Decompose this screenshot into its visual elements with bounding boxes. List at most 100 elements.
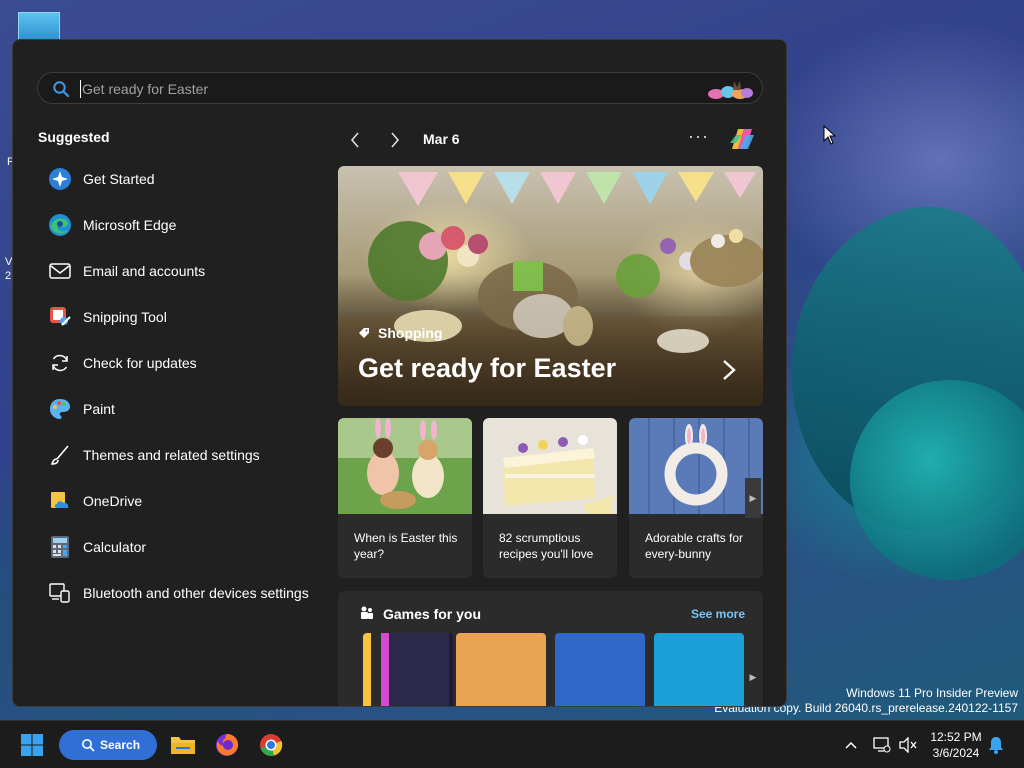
taskbar-clock[interactable]: 12:52 PM 3/6/2024 xyxy=(924,729,988,761)
show-hidden-icons-button[interactable] xyxy=(841,735,861,755)
games-section: Games for you See more ▶ xyxy=(338,591,763,706)
network-status-button[interactable] xyxy=(872,735,892,755)
clock-time: 12:52 PM xyxy=(930,730,982,744)
game-tile[interactable] xyxy=(363,633,453,706)
suggested-app-list: Get Started Microsoft Edge Email and acc… xyxy=(35,156,325,616)
hero-story-card[interactable]: Shopping Get ready for Easter xyxy=(338,166,763,406)
suggested-heading: Suggested xyxy=(38,129,110,145)
hero-category-label: Shopping xyxy=(378,325,443,341)
story-card[interactable]: When is Easter this year? xyxy=(338,418,472,578)
onedrive-icon xyxy=(47,488,73,514)
app-label: Paint xyxy=(83,401,115,417)
tag-icon xyxy=(359,328,369,338)
network-icon xyxy=(873,737,891,753)
games-scroll-right-button[interactable]: ▶ xyxy=(745,657,761,697)
mail-icon xyxy=(47,258,73,284)
feed-navigation: Mar 6 ··· xyxy=(338,126,768,154)
app-label: Email and accounts xyxy=(83,263,206,279)
easter-eggs-icon xyxy=(708,81,753,99)
start-button[interactable] xyxy=(17,730,47,760)
app-label: Microsoft Edge xyxy=(83,217,177,233)
caret-right-icon: ▶ xyxy=(749,492,757,503)
chrome-icon xyxy=(260,734,283,756)
games-heading: Games for you xyxy=(383,606,482,622)
calculator-icon xyxy=(47,534,73,560)
story-card[interactable]: 82 scrumptious recipes you'll love xyxy=(483,418,617,578)
taskbar-firefox[interactable] xyxy=(212,730,242,760)
app-label: Bluetooth and other devices settings xyxy=(83,585,309,601)
desktop-icon-label-fragment: 2 xyxy=(5,270,12,282)
app-label: OneDrive xyxy=(83,493,143,509)
text-caret xyxy=(80,80,81,98)
bunting-decoration xyxy=(398,172,756,206)
mouse-cursor-icon xyxy=(823,125,837,145)
app-item-check-for-updates[interactable]: Check for updates xyxy=(35,340,325,386)
next-day-button[interactable] xyxy=(383,128,407,152)
search-input[interactable] xyxy=(82,77,682,101)
story-card-title: Adorable crafts for every-bunny xyxy=(645,531,744,561)
volume-button[interactable] xyxy=(898,735,918,755)
app-item-onedrive[interactable]: OneDrive xyxy=(35,478,325,524)
brush-icon xyxy=(47,442,73,468)
story-card-title: 82 scrumptious recipes you'll love xyxy=(499,531,594,561)
app-item-get-started[interactable]: Get Started xyxy=(35,156,325,202)
app-item-bluetooth-devices-settings[interactable]: Bluetooth and other devices settings xyxy=(35,570,325,616)
game-tile[interactable] xyxy=(456,633,546,706)
app-label: Themes and related settings xyxy=(83,447,260,463)
cards-scroll-right-button[interactable]: ▶ xyxy=(745,478,761,518)
hero-title: Get ready for Easter xyxy=(358,353,617,383)
snipping-tool-icon xyxy=(47,304,73,330)
chevron-right-icon xyxy=(391,132,400,148)
see-more-link[interactable]: See more xyxy=(691,607,745,621)
story-card[interactable]: Adorable crafts for every-bunny xyxy=(629,418,763,578)
chevron-up-icon xyxy=(845,741,857,749)
more-options-button[interactable]: ··· xyxy=(688,126,709,147)
taskbar-search-label: Search xyxy=(100,738,141,752)
previous-day-button[interactable] xyxy=(343,128,367,152)
get-started-icon xyxy=(47,166,73,192)
taskbar: Search 12:52 PM 3/6/2024 xyxy=(0,720,1024,768)
clock-date: 3/6/2024 xyxy=(932,746,980,760)
app-label: Get Started xyxy=(83,171,155,187)
app-item-themes-settings[interactable]: Themes and related settings xyxy=(35,432,325,478)
app-item-microsoft-edge[interactable]: Microsoft Edge xyxy=(35,202,325,248)
feed-date: Mar 6 xyxy=(423,131,460,147)
app-item-calculator[interactable]: Calculator xyxy=(35,524,325,570)
notifications-button[interactable] xyxy=(986,735,1006,755)
hero-category-tag: Shopping xyxy=(358,325,443,341)
game-tile[interactable] xyxy=(654,633,744,706)
edge-icon xyxy=(47,212,73,238)
desktop-shortcut-icon[interactable] xyxy=(18,12,60,42)
devices-icon xyxy=(47,580,73,606)
story-thumbnail-cake xyxy=(483,418,617,514)
story-thumbnail-kids-easter xyxy=(338,418,472,514)
taskbar-chrome[interactable] xyxy=(256,730,286,760)
app-item-email-and-accounts[interactable]: Email and accounts xyxy=(35,248,325,294)
search-icon xyxy=(53,81,70,98)
search-panel: Suggested Get Started Microsoft Edge xyxy=(12,39,787,707)
chevron-right-icon[interactable] xyxy=(721,359,737,381)
story-card-title: When is Easter this year? xyxy=(354,531,458,561)
app-label: Check for updates xyxy=(83,355,197,371)
firefox-icon xyxy=(216,734,239,756)
app-label: Snipping Tool xyxy=(83,309,167,325)
game-tile[interactable] xyxy=(555,633,645,706)
bell-icon xyxy=(989,737,1003,754)
windows-logo-icon xyxy=(21,734,43,756)
taskbar-file-explorer[interactable] xyxy=(168,730,198,760)
app-item-paint[interactable]: Paint xyxy=(35,386,325,432)
chevron-left-icon xyxy=(350,132,359,148)
game-piece-icon xyxy=(361,606,373,619)
story-cards-row: When is Easter this year? 82 scrumptious… xyxy=(338,418,763,578)
taskbar-search-button[interactable]: Search xyxy=(59,730,157,760)
story-thumbnail-wreath xyxy=(629,418,763,514)
copilot-icon[interactable] xyxy=(726,123,758,155)
caret-right-icon: ▶ xyxy=(749,671,757,682)
search-box[interactable] xyxy=(37,72,763,104)
speaker-muted-icon xyxy=(899,737,917,753)
refresh-icon xyxy=(47,350,73,376)
app-item-snipping-tool[interactable]: Snipping Tool xyxy=(35,294,325,340)
paint-icon xyxy=(47,396,73,422)
search-icon xyxy=(82,739,95,752)
app-label: Calculator xyxy=(83,539,147,555)
